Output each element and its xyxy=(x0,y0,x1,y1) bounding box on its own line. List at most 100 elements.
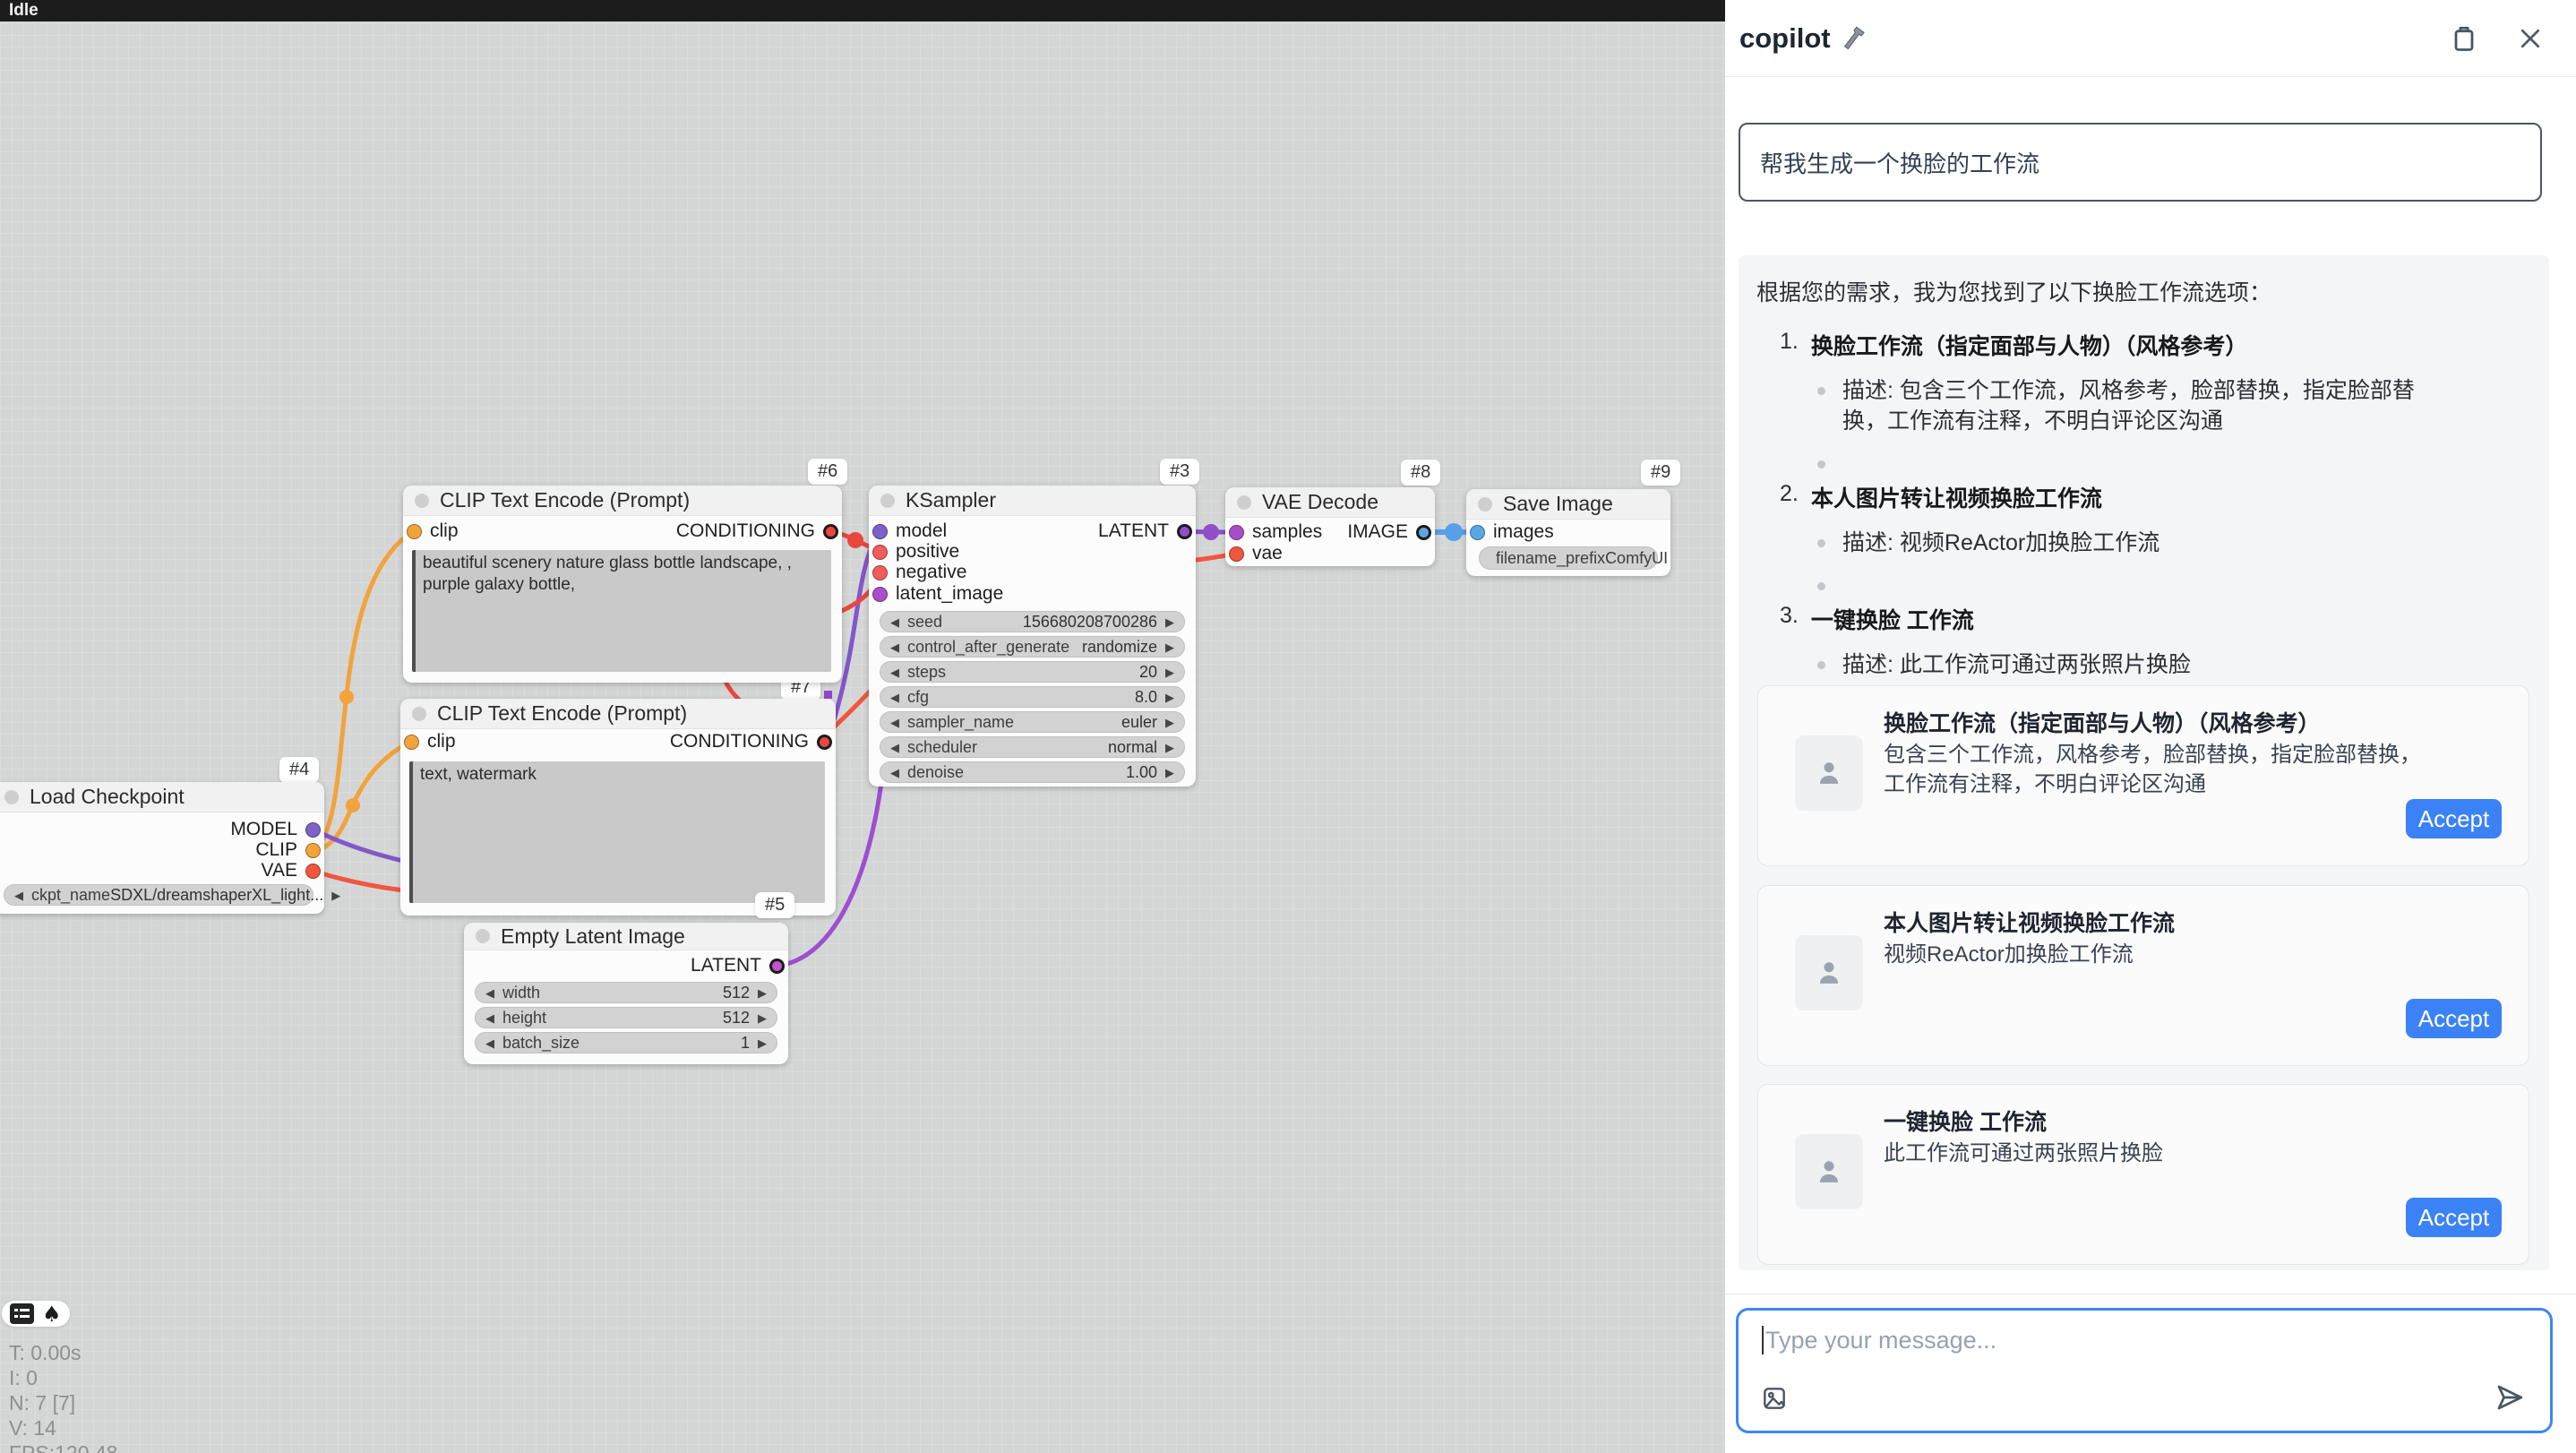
stepper-left-icon[interactable] xyxy=(14,890,23,901)
input-port-samples[interactable]: samples xyxy=(1229,522,1322,542)
node-canvas[interactable]: Idle #4 #6 #7 #3 #8 #9 #5 xyxy=(0,0,1725,1453)
port-dot[interactable] xyxy=(305,843,321,858)
collapse-dot-icon[interactable] xyxy=(1478,497,1492,512)
port-dot[interactable] xyxy=(872,587,888,602)
node-ksampler[interactable]: KSampler model positive negative latent_… xyxy=(869,486,1196,787)
widget-sampler-name[interactable]: sampler_nameeuler xyxy=(880,711,1185,733)
litegraph-tree-icon[interactable]: ♠ xyxy=(42,1303,62,1325)
node-header[interactable]: Empty Latent Image xyxy=(464,923,788,950)
stepper-left-icon[interactable] xyxy=(890,616,899,628)
stepper-left-icon[interactable] xyxy=(890,641,899,653)
widget-batch-size[interactable]: batch_size1 xyxy=(475,1032,777,1053)
output-port-model[interactable]: MODEL xyxy=(230,820,321,839)
output-port-conditioning[interactable]: CONDITIONING xyxy=(676,521,838,541)
output-port-clip[interactable]: CLIP xyxy=(255,840,321,860)
prompt-textarea[interactable]: beautiful scenery nature glass bottle la… xyxy=(412,550,831,672)
stepper-right-icon[interactable] xyxy=(1165,767,1174,778)
port-dot[interactable] xyxy=(769,959,785,974)
input-port-positive[interactable]: positive xyxy=(872,542,959,562)
widget-denoise[interactable]: denoise1.00 xyxy=(880,761,1185,783)
stepper-right-icon[interactable] xyxy=(758,1012,767,1024)
port-dot[interactable] xyxy=(872,565,888,580)
input-port-clip[interactable]: clip xyxy=(404,732,456,752)
node-header[interactable]: VAE Decode xyxy=(1225,487,1435,518)
accept-button[interactable]: Accept xyxy=(2406,1198,2502,1237)
stepper-right-icon[interactable] xyxy=(331,890,340,901)
stepper-left-icon[interactable] xyxy=(890,742,899,753)
widget-height[interactable]: height512 xyxy=(475,1007,777,1028)
node-header[interactable]: Load Checkpoint xyxy=(0,782,324,812)
node-header[interactable]: CLIP Text Encode (Prompt) xyxy=(400,699,836,729)
stepper-left-icon[interactable] xyxy=(485,1012,494,1024)
widget-control-after-generate[interactable]: control_after_generaterandomize xyxy=(880,636,1185,658)
node-vae-decode[interactable]: VAE Decode samples vae IMAGE xyxy=(1225,487,1435,566)
node-header[interactable]: KSampler xyxy=(869,486,1196,516)
output-port-latent[interactable]: LATENT xyxy=(691,956,785,976)
port-dot[interactable] xyxy=(872,545,888,560)
reroute-dot-clip1[interactable] xyxy=(339,690,354,704)
port-dot[interactable] xyxy=(1416,525,1431,540)
prompt-textarea[interactable]: text, watermark xyxy=(409,761,825,903)
reroute-dot-latent[interactable] xyxy=(1203,524,1219,540)
node-header[interactable]: Save Image xyxy=(1466,489,1670,520)
input-port-negative[interactable]: negative xyxy=(872,563,966,582)
input-port-vae[interactable]: vae xyxy=(1229,544,1283,563)
port-dot[interactable] xyxy=(1229,546,1244,562)
output-port-image[interactable]: IMAGE xyxy=(1347,522,1431,542)
stepper-left-icon[interactable] xyxy=(890,692,899,703)
stepper-right-icon[interactable] xyxy=(1165,692,1174,703)
output-port-latent[interactable]: LATENT xyxy=(1098,521,1192,541)
collapse-dot-icon[interactable] xyxy=(476,929,490,943)
port-dot[interactable] xyxy=(404,735,419,750)
widget-cfg[interactable]: cfg8.0 xyxy=(880,686,1185,708)
port-dot[interactable] xyxy=(872,524,888,539)
stepper-left-icon[interactable] xyxy=(890,666,899,678)
port-dot[interactable] xyxy=(407,524,422,539)
port-dot[interactable] xyxy=(817,735,832,750)
accept-button[interactable]: Accept xyxy=(2406,799,2502,838)
widget-width[interactable]: width512 xyxy=(475,982,777,1003)
widget-ckpt-name[interactable]: ckpt_name SDXL/dreamshaperXL_light... xyxy=(4,884,313,906)
stepper-right-icon[interactable] xyxy=(758,987,767,999)
port-dot[interactable] xyxy=(1470,525,1485,540)
collapse-dot-icon[interactable] xyxy=(412,707,426,721)
widget-seed[interactable]: seed156680208700286 xyxy=(880,611,1185,632)
stepper-right-icon[interactable] xyxy=(1165,641,1174,653)
node-save-image[interactable]: Save Image images filename_prefix ComfyU… xyxy=(1466,489,1670,576)
attach-image-button[interactable] xyxy=(1760,1384,1789,1413)
port-dot[interactable] xyxy=(305,822,321,838)
input-placeholder-row[interactable]: Type your message... xyxy=(1762,1326,1996,1354)
input-port-clip[interactable]: clip xyxy=(407,521,459,541)
output-port-vae[interactable]: VAE xyxy=(262,861,321,881)
stepper-left-icon[interactable] xyxy=(890,717,899,728)
node-clip-text-encode-positive[interactable]: CLIP Text Encode (Prompt) clip CONDITION… xyxy=(403,486,842,683)
collapse-dot-icon[interactable] xyxy=(880,494,895,508)
node-list-icon[interactable] xyxy=(10,1303,34,1324)
port-dot[interactable] xyxy=(823,524,838,539)
stepper-right-icon[interactable] xyxy=(1165,742,1174,753)
reroute-dot-image[interactable] xyxy=(1445,523,1463,541)
send-button[interactable] xyxy=(2494,1382,2525,1413)
stepper-left-icon[interactable] xyxy=(485,1037,494,1049)
accept-button[interactable]: Accept xyxy=(2406,999,2502,1038)
stepper-left-icon[interactable] xyxy=(485,987,494,999)
node-header[interactable]: CLIP Text Encode (Prompt) xyxy=(403,486,842,516)
input-port-model[interactable]: model xyxy=(872,521,947,541)
port-dot[interactable] xyxy=(1229,525,1244,540)
port-dot[interactable] xyxy=(1177,524,1192,539)
close-icon[interactable] xyxy=(2517,25,2544,52)
node-clip-text-encode-negative[interactable]: CLIP Text Encode (Prompt) clip CONDITION… xyxy=(400,699,836,916)
node-load-checkpoint[interactable]: Load Checkpoint MODEL CLIP VAE ckpt_name… xyxy=(0,782,324,914)
stepper-right-icon[interactable] xyxy=(1165,666,1174,678)
stepper-right-icon[interactable] xyxy=(1165,616,1174,628)
reroute-dot-clip2[interactable] xyxy=(346,798,360,812)
widget-scheduler[interactable]: schedulernormal xyxy=(880,736,1185,758)
node-empty-latent-image[interactable]: Empty Latent Image LATENT width512 heigh… xyxy=(464,923,788,1064)
collapse-dot-icon[interactable] xyxy=(4,790,19,804)
reroute-dot-cond1[interactable] xyxy=(847,532,863,548)
input-port-latent-image[interactable]: latent_image xyxy=(872,584,1003,604)
widget-steps[interactable]: steps20 xyxy=(880,661,1185,683)
stepper-left-icon[interactable] xyxy=(890,767,899,778)
chat-input[interactable]: Type your message... xyxy=(1736,1308,2553,1433)
collapse-dot-icon[interactable] xyxy=(1237,495,1251,510)
